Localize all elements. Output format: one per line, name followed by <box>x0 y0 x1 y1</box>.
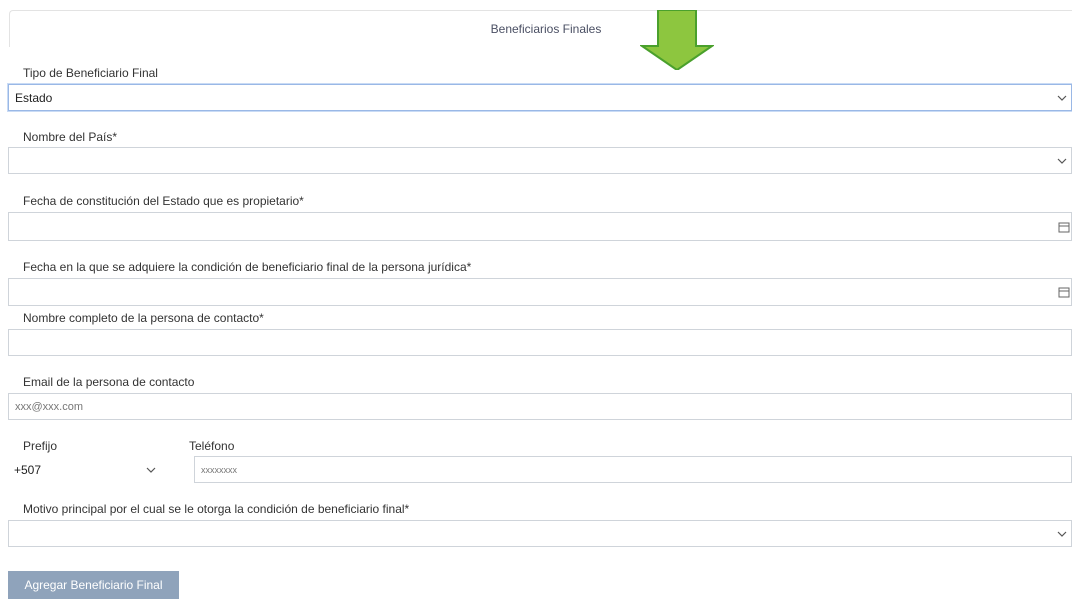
fecha-constitucion-label: Fecha de constitución del Estado que es … <box>23 194 304 208</box>
fecha-condicion-label: Fecha en la que se adquiere la condición… <box>23 260 472 274</box>
tipo-value: Estado <box>15 90 53 105</box>
prefijo-label: Prefijo <box>23 439 58 453</box>
chevron-down-icon <box>1055 91 1069 105</box>
telefono-input[interactable]: xxxxxxxx <box>194 456 1072 483</box>
prefijo-select[interactable]: +507 <box>8 456 172 483</box>
pais-select[interactable] <box>8 147 1072 174</box>
chevron-down-icon <box>1055 154 1069 168</box>
motivo-label: Motivo principal por el cual se le otorg… <box>23 502 410 516</box>
tab-title: Beneficiarios Finales <box>490 22 602 36</box>
email-contacto-input[interactable]: xxx@xxx.com <box>8 393 1072 420</box>
telefono-label: Teléfono <box>189 439 235 453</box>
fecha-condicion-input[interactable] <box>8 278 1072 306</box>
motivo-select[interactable] <box>8 520 1072 547</box>
telefono-placeholder: xxxxxxxx <box>201 464 237 475</box>
chevron-down-icon <box>1055 527 1069 541</box>
email-placeholder: xxx@xxx.com <box>15 400 84 413</box>
nombre-contacto-label: Nombre completo de la persona de contact… <box>23 311 264 325</box>
nombre-contacto-input[interactable] <box>8 329 1072 356</box>
arrow-down-icon <box>640 10 714 70</box>
chevron-down-icon <box>144 463 158 477</box>
pais-label: Nombre del País* <box>23 130 118 144</box>
calendar-icon[interactable] <box>1058 286 1070 298</box>
add-beneficiary-button[interactable]: Agregar Beneficiario Final <box>8 571 179 599</box>
fecha-constitucion-input[interactable] <box>8 212 1072 241</box>
tipo-label: Tipo de Beneficiario Final <box>23 66 158 80</box>
tipo-select[interactable]: Estado <box>8 84 1072 111</box>
prefijo-value: +507 <box>14 462 42 477</box>
email-contacto-label: Email de la persona de contacto <box>23 375 195 389</box>
calendar-icon[interactable] <box>1058 221 1070 233</box>
